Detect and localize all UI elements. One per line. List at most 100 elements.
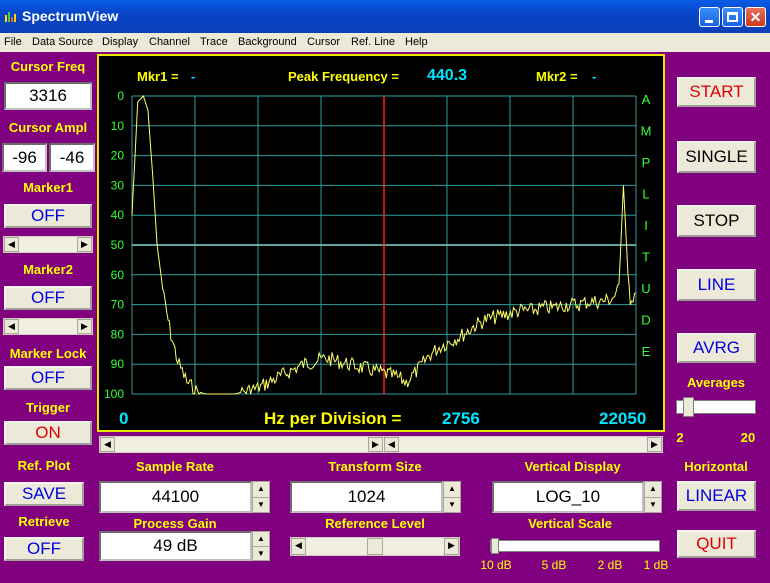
- app-window: SpectrumView ✕ File Data Source Display …: [0, 0, 770, 583]
- process-gain-label: Process Gain: [133, 516, 217, 531]
- maximize-icon: [727, 12, 738, 22]
- linear-button[interactable]: LINEAR: [677, 481, 756, 511]
- menu-background[interactable]: Background: [238, 36, 297, 48]
- spin-down-icon[interactable]: ▼: [645, 497, 661, 513]
- x-start-label: 0: [119, 409, 129, 428]
- slider-thumb[interactable]: [683, 397, 694, 417]
- menu-channel[interactable]: Channel: [149, 36, 190, 48]
- trigger-label: Trigger: [25, 400, 71, 415]
- trigger-toggle[interactable]: ON: [4, 421, 92, 445]
- save-button[interactable]: SAVE: [4, 482, 84, 506]
- single-button[interactable]: SINGLE: [677, 141, 756, 173]
- menu-file[interactable]: File: [4, 36, 22, 48]
- avrg-button[interactable]: AVRG: [677, 333, 756, 363]
- process-gain-spinner[interactable]: ▲ ▼: [252, 531, 270, 561]
- transform-size-spinner[interactable]: ▲ ▼: [443, 481, 461, 513]
- averages-min: 2: [676, 430, 684, 445]
- menu-help[interactable]: Help: [405, 36, 428, 48]
- process-gain-field[interactable]: 49 dB: [99, 531, 252, 561]
- scroll-right-icon[interactable]: ▶: [368, 437, 383, 452]
- scroll-right-icon[interactable]: ▶: [77, 319, 92, 334]
- amplitude-axis-letter: D: [641, 313, 650, 328]
- cursor-ampl-field-1[interactable]: -96: [2, 143, 47, 172]
- y-tick-label: 0: [117, 89, 124, 103]
- marker1-toggle[interactable]: OFF: [4, 204, 92, 228]
- transform-size-field[interactable]: 1024: [290, 481, 443, 513]
- hz-per-division-label: Hz per Division =: [264, 409, 402, 428]
- averages-label: Averages: [686, 375, 746, 390]
- menu-cursor[interactable]: Cursor: [307, 36, 340, 48]
- marker1-label: Marker1: [23, 180, 73, 195]
- vertical-scale-tick: 5 dB: [541, 558, 567, 572]
- vertical-display-spinner[interactable]: ▲ ▼: [644, 481, 662, 513]
- marker2-label: Marker2: [23, 262, 73, 277]
- cursor-freq-field[interactable]: 3316: [4, 82, 92, 110]
- scroll-right-icon[interactable]: ▶: [444, 538, 459, 555]
- y-tick-label: 60: [111, 268, 125, 282]
- sample-rate-spinner[interactable]: ▲ ▼: [252, 481, 270, 513]
- spectrum-plot[interactable]: 0 10 20 30 40 50 60 70 80 90 100 A M P L I T U D E: [99, 56, 663, 430]
- window-title: SpectrumView: [22, 8, 119, 24]
- reference-level-label: Reference Level: [325, 516, 425, 531]
- averages-slider[interactable]: [676, 397, 756, 417]
- sample-rate-field[interactable]: 44100: [99, 481, 252, 513]
- menu-data-source[interactable]: Data Source: [32, 36, 93, 48]
- slider-thumb[interactable]: [491, 538, 499, 554]
- y-tick-label: 70: [111, 298, 125, 312]
- y-tick-label: 100: [104, 387, 124, 401]
- display-scrollbar[interactable]: ◀ ▶ ◀ ▶: [99, 436, 663, 453]
- vertical-scale-label: Vertical Scale: [528, 516, 612, 531]
- vertical-scale-tick: 10 dB: [480, 558, 512, 572]
- menu-ref-line[interactable]: Ref. Line: [351, 36, 395, 48]
- spin-up-icon[interactable]: ▲: [645, 482, 661, 497]
- spin-down-icon[interactable]: ▼: [444, 497, 460, 513]
- y-tick-label: 80: [111, 327, 125, 341]
- marker-lock-label: Marker Lock: [9, 346, 87, 361]
- horizontal-label: Horizontal: [684, 459, 748, 474]
- close-button[interactable]: ✕: [745, 7, 766, 27]
- menu-display[interactable]: Display: [102, 36, 138, 48]
- scroll-thumb[interactable]: [367, 538, 383, 555]
- retrieve-toggle[interactable]: OFF: [4, 537, 84, 561]
- spectrum-display: Mkr1 = - Peak Frequency = 440.3 Mkr2 = -…: [97, 54, 665, 432]
- amplitude-axis-letter: T: [642, 250, 650, 265]
- x-end-label: 22050: [599, 409, 647, 428]
- averages-max: 20: [740, 430, 756, 445]
- maximize-button[interactable]: [722, 7, 743, 27]
- scroll-left-icon[interactable]: ◀: [291, 538, 306, 555]
- stop-button[interactable]: STOP: [677, 205, 756, 237]
- scroll-left-icon[interactable]: ◀: [4, 237, 19, 252]
- retrieve-label: Retrieve: [18, 514, 70, 529]
- vertical-scale-slider[interactable]: [490, 538, 660, 554]
- spin-up-icon[interactable]: ▲: [253, 482, 269, 497]
- start-button[interactable]: START: [677, 77, 756, 107]
- marker2-toggle[interactable]: OFF: [4, 286, 92, 310]
- marker2-scrollbar[interactable]: ◀ ▶: [3, 318, 93, 335]
- spin-down-icon[interactable]: ▼: [253, 497, 269, 513]
- cursor-ampl-field-2[interactable]: -46: [49, 143, 95, 172]
- scroll-right-icon[interactable]: ▶: [77, 237, 92, 252]
- scroll-left-icon[interactable]: ◀: [100, 437, 115, 452]
- scroll-right-icon[interactable]: ▶: [647, 437, 662, 452]
- menu-bar: File Data Source Display Channel Trace B…: [0, 33, 770, 52]
- reference-level-scrollbar[interactable]: ◀ ▶: [290, 537, 460, 556]
- quit-button[interactable]: QUIT: [677, 530, 756, 558]
- vertical-display-field[interactable]: LOG_10: [492, 481, 644, 513]
- amplitude-axis-letter: I: [644, 218, 648, 233]
- app-spectrum-icon: [5, 12, 16, 22]
- cursor-ampl-label: Cursor Ampl: [8, 120, 88, 135]
- hz-per-division-value: 2756: [442, 409, 480, 428]
- y-tick-label: 20: [111, 149, 125, 163]
- spin-up-icon[interactable]: ▲: [253, 532, 269, 546]
- line-button[interactable]: LINE: [677, 269, 756, 301]
- y-tick-label: 50: [111, 238, 125, 252]
- scroll-left-icon[interactable]: ◀: [4, 319, 19, 334]
- marker-lock-toggle[interactable]: OFF: [4, 366, 92, 390]
- marker1-scrollbar[interactable]: ◀ ▶: [3, 236, 93, 253]
- menu-trace[interactable]: Trace: [200, 36, 228, 48]
- scroll-left-icon[interactable]: ◀: [384, 437, 399, 452]
- minimize-button[interactable]: [699, 7, 720, 27]
- amplitude-axis-letter: L: [642, 187, 649, 202]
- spin-down-icon[interactable]: ▼: [253, 546, 269, 561]
- spin-up-icon[interactable]: ▲: [444, 482, 460, 497]
